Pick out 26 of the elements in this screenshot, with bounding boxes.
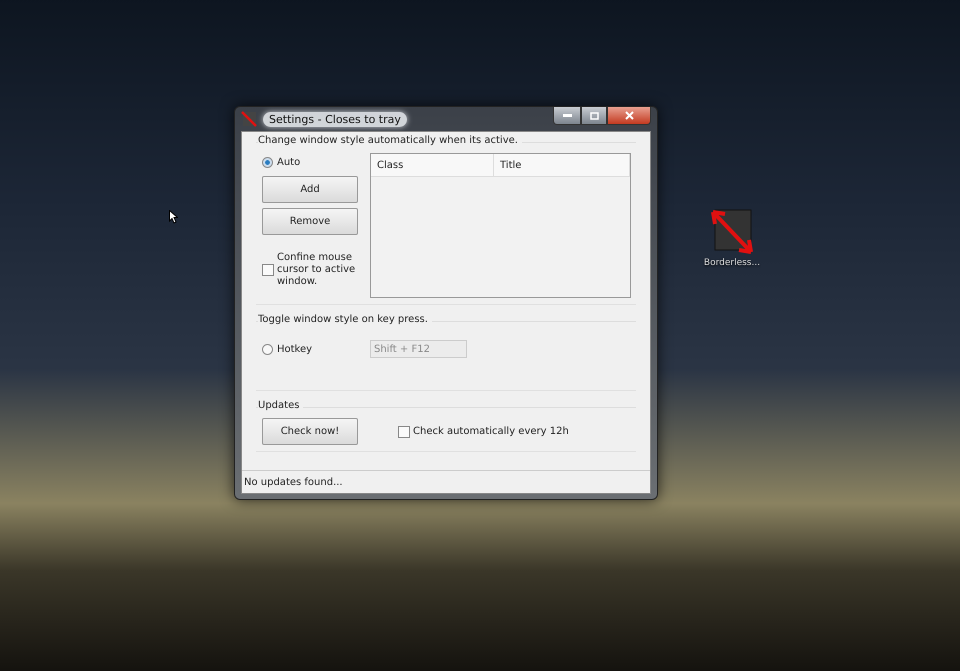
- list-action-button[interactable]: Remove: [262, 208, 358, 235]
- mouse-cursor-icon: [169, 210, 178, 224]
- resize-arrow-icon[interactable]: [709, 208, 755, 254]
- maximize-button[interactable]: [581, 107, 607, 125]
- column-header[interactable]: Class: [371, 154, 494, 176]
- maximize-icon: [590, 112, 598, 120]
- group-legend: Updates: [258, 400, 304, 411]
- hotkey-radio[interactable]: Hotkey: [262, 340, 358, 358]
- resize-arrow-icon: [241, 111, 257, 127]
- check-now-button[interactable]: Check now!: [262, 418, 358, 445]
- close-button[interactable]: [607, 107, 651, 125]
- group-legend: Toggle window style on key press.: [258, 314, 432, 325]
- checkbox[interactable]: [262, 264, 274, 276]
- close-icon: [624, 111, 634, 120]
- minimize-button[interactable]: [553, 107, 581, 125]
- minimize-icon: [562, 114, 572, 117]
- list-action-button[interactable]: Add: [262, 176, 358, 203]
- status-text: No updates found...: [244, 476, 343, 488]
- desktop-icon-label[interactable]: Borderless...: [704, 258, 760, 268]
- checkbox-label: Check automatically every 12h: [413, 426, 569, 437]
- group-legend: Change window style automatically when its active.: [258, 135, 522, 146]
- window-title: Settings - Closes to tray: [263, 112, 407, 126]
- column-header[interactable]: Title: [494, 154, 630, 176]
- auto-radio[interactable]: Auto: [262, 153, 358, 171]
- checkbox[interactable]: [398, 426, 410, 438]
- checkbox-label: Confine mouse cursor to active window.: [277, 252, 356, 288]
